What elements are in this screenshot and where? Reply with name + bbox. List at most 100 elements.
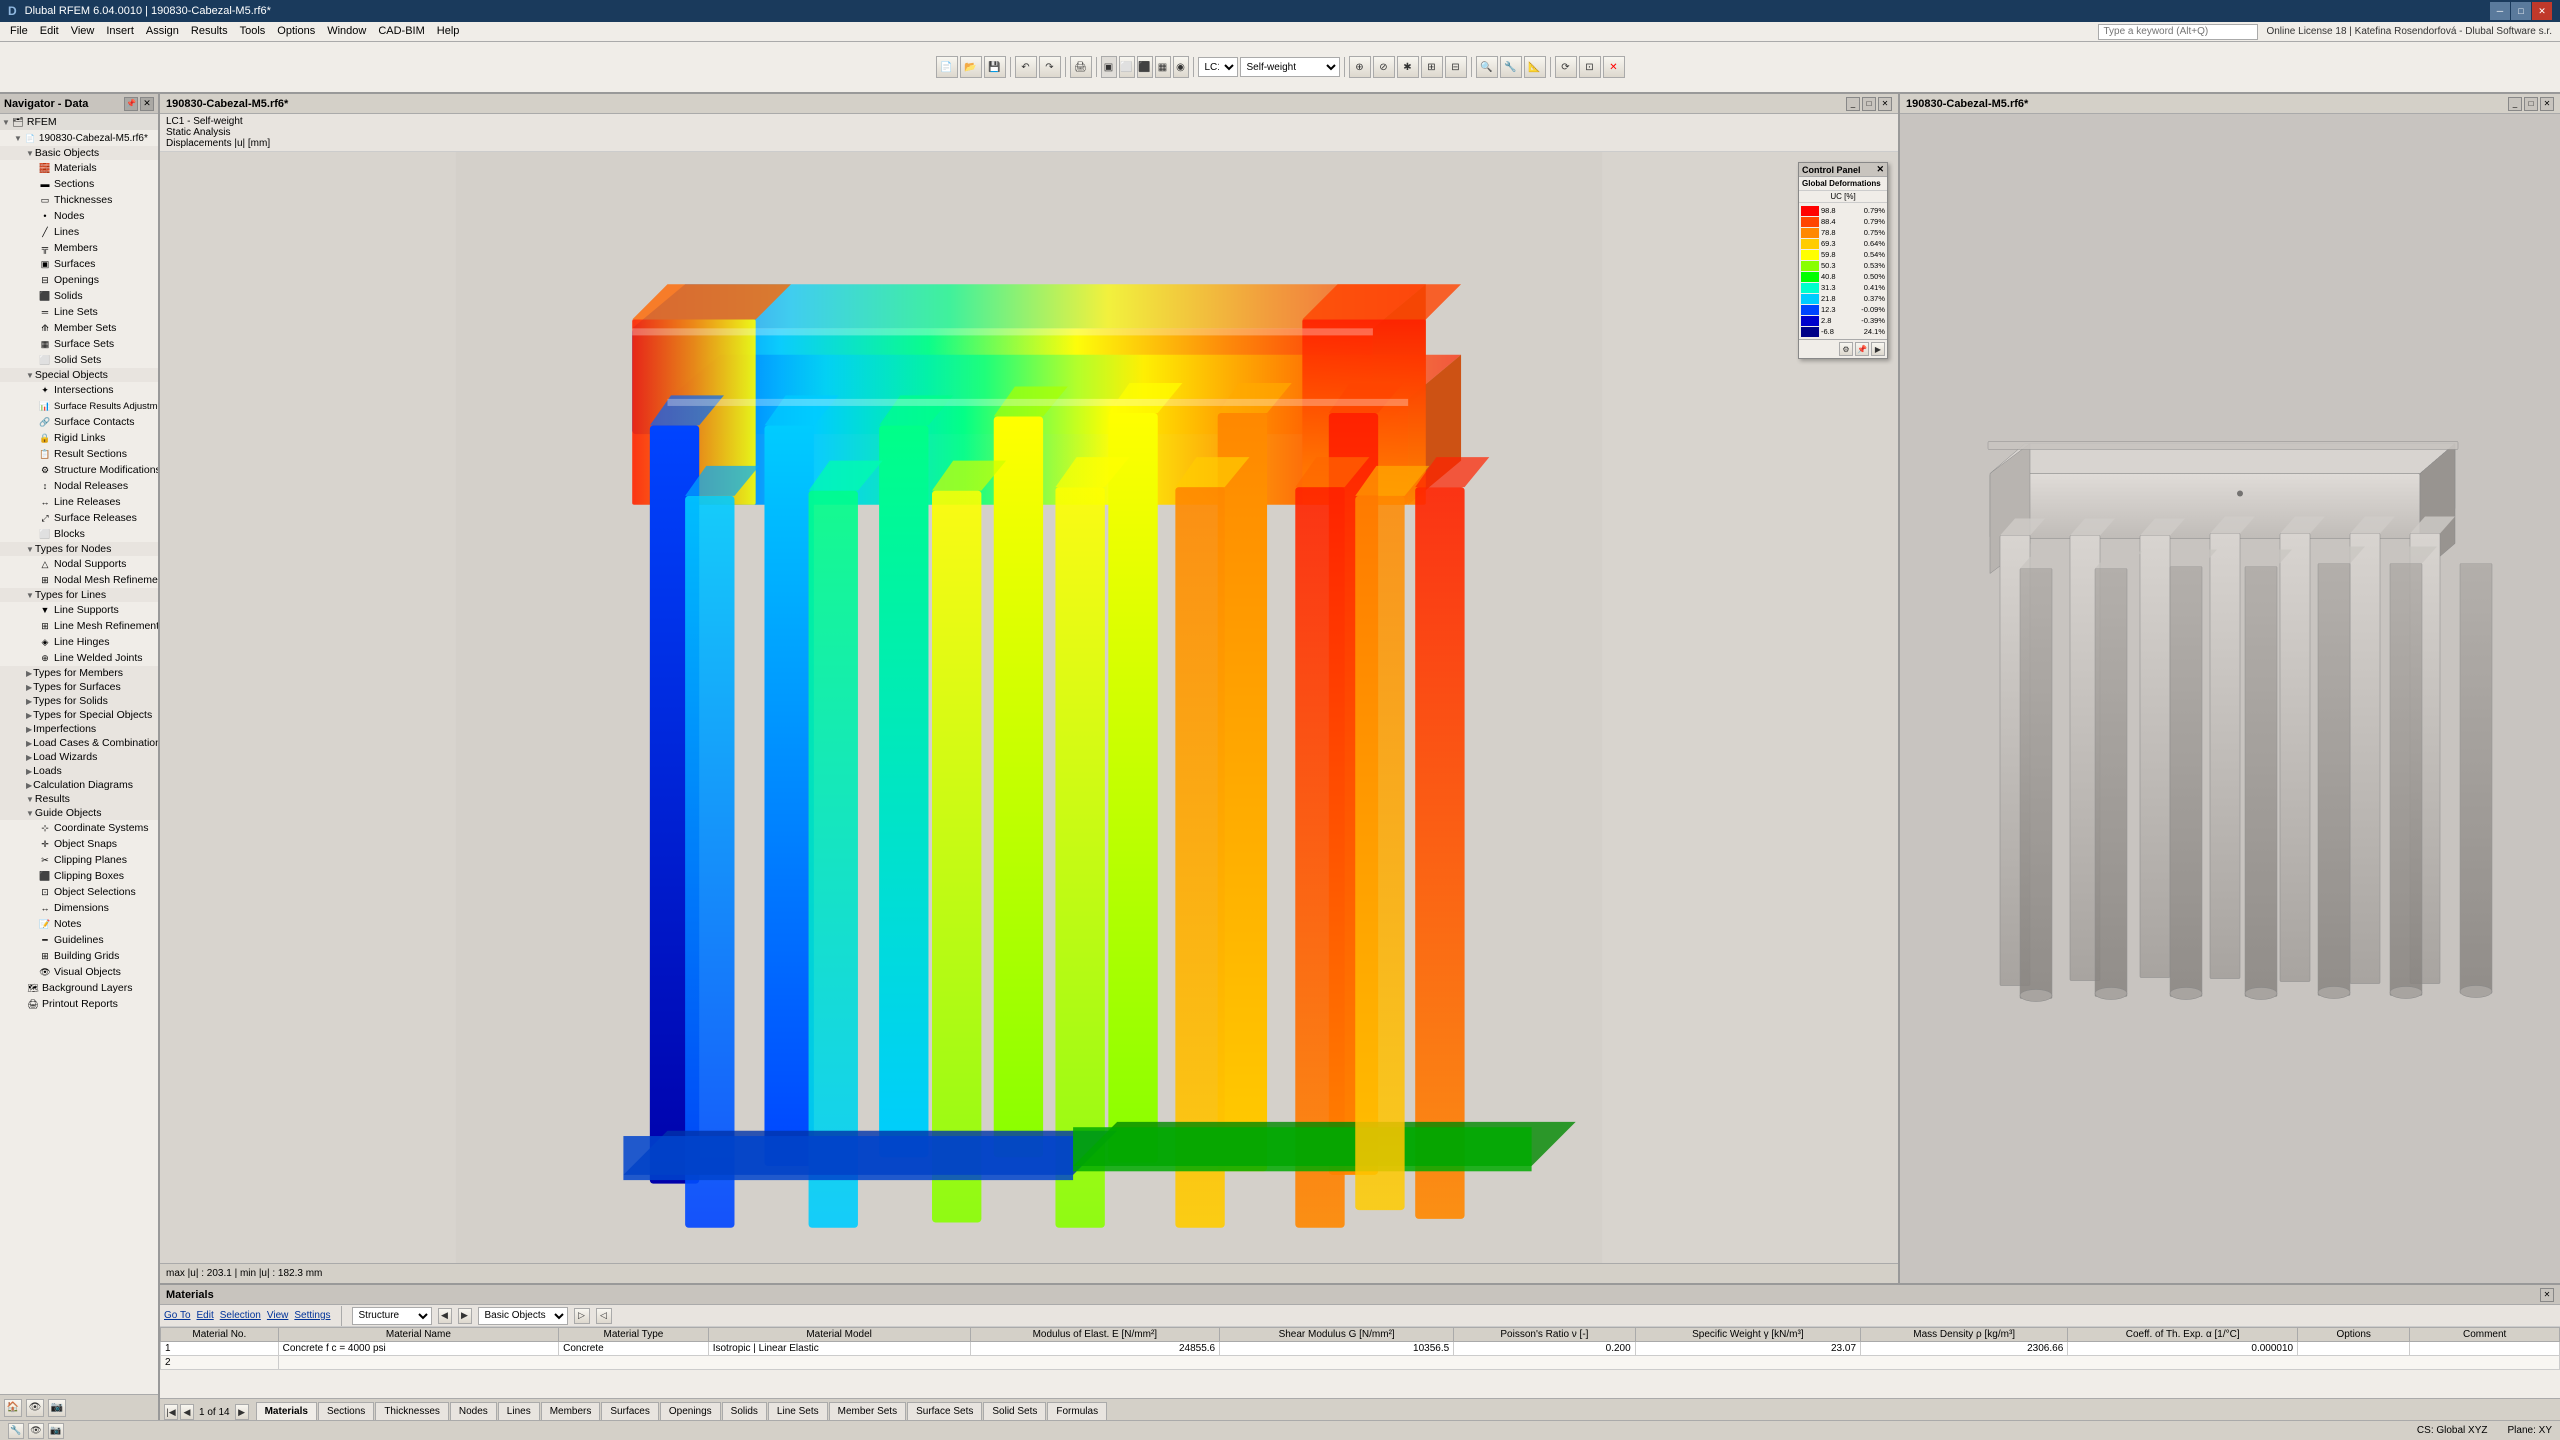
nav-types-solids[interactable]: ▶Types for Solids [0, 694, 158, 708]
left-vp-close-btn[interactable]: ✕ [1878, 97, 1892, 111]
lc-combo[interactable]: LC1 [1198, 57, 1238, 77]
prev-btn[interactable]: ◀ [438, 1308, 452, 1324]
nav-lines[interactable]: ╱Lines [0, 224, 158, 240]
nav-surface-results-adj[interactable]: 📊Surface Results Adjustments [0, 398, 158, 414]
nav-nodal-mesh-ref[interactable]: ⊞Nodal Mesh Refinements [0, 572, 158, 588]
next-btn[interactable]: ▶ [458, 1308, 472, 1324]
mat-tb2[interactable]: ◁ [596, 1308, 612, 1324]
nav-home-btn[interactable]: 🏠 [4, 1399, 22, 1417]
nav-building-grids[interactable]: ⊞Building Grids [0, 948, 158, 964]
goto-label[interactable]: Go To [164, 1310, 191, 1321]
minimize-btn[interactable]: ─ [2490, 2, 2510, 20]
right-vp-min-btn[interactable]: _ [2508, 97, 2522, 111]
cp-settings-btn[interactable]: ⚙ [1839, 342, 1853, 356]
tb9[interactable]: ⊞ [1421, 56, 1443, 78]
nav-surface-sets[interactable]: ▦Surface Sets [0, 336, 158, 352]
tab-openings[interactable]: Openings [660, 1402, 721, 1420]
nav-special-objects[interactable]: ▼Special Objects [0, 368, 158, 382]
bottom-panel-close-btn[interactable]: ✕ [2540, 1288, 2554, 1302]
menu-item-file[interactable]: File [4, 23, 34, 39]
close-btn[interactable]: ✕ [2532, 2, 2552, 20]
nav-close-btn[interactable]: ✕ [140, 97, 154, 111]
menu-item-view[interactable]: View [65, 23, 101, 39]
undo-btn[interactable]: ↶ [1015, 56, 1037, 78]
nav-surface-contacts[interactable]: 🔗Surface Contacts [0, 414, 158, 430]
nav-types-nodes[interactable]: ▼Types for Nodes [0, 542, 158, 556]
tb14[interactable]: ⟳ [1555, 56, 1577, 78]
menu-item-window[interactable]: Window [321, 23, 372, 39]
nav-cam-btn[interactable]: 📷 [48, 1399, 66, 1417]
structure-combo[interactable]: Structure [352, 1307, 432, 1325]
lc-name-combo[interactable]: Self-weight [1240, 57, 1340, 77]
tb12[interactable]: 🔧 [1500, 56, 1522, 78]
nav-coord-systems[interactable]: ⊹Coordinate Systems [0, 820, 158, 836]
tb13[interactable]: 📐 [1524, 56, 1546, 78]
nav-intersections[interactable]: ✦Intersections [0, 382, 158, 398]
nav-thicknesses[interactable]: ▭Thicknesses [0, 192, 158, 208]
nav-nodal-supports[interactable]: △Nodal Supports [0, 556, 158, 572]
right-viewport-canvas[interactable] [1900, 114, 2560, 1283]
tab-solids[interactable]: Solids [722, 1402, 767, 1420]
nav-openings[interactable]: ⊟Openings [0, 272, 158, 288]
right-vp-close-btn[interactable]: ✕ [2540, 97, 2554, 111]
right-vp-max-btn[interactable]: □ [2524, 97, 2538, 111]
menu-item-edit[interactable]: Edit [34, 23, 65, 39]
first-page-btn[interactable]: |◀ [164, 1404, 178, 1420]
tb11[interactable]: 🔍 [1476, 56, 1498, 78]
selection-label[interactable]: Selection [220, 1310, 261, 1321]
tb10[interactable]: ⊟ [1445, 56, 1467, 78]
nav-line-supports[interactable]: ▼Line Supports [0, 602, 158, 618]
nav-object-selections[interactable]: ⊡Object Selections [0, 884, 158, 900]
nav-background-layers[interactable]: 🗺Background Layers [0, 980, 158, 996]
nav-surface-releases[interactable]: ⤢Surface Releases [0, 510, 158, 526]
menu-item-tools[interactable]: Tools [234, 23, 272, 39]
mat-tb1[interactable]: ▷ [574, 1308, 590, 1324]
tb1[interactable]: ▣ [1101, 56, 1117, 78]
cp-close-btn[interactable]: ✕ [1876, 164, 1884, 175]
tb5[interactable]: ◉ [1173, 56, 1189, 78]
tab-materials[interactable]: Materials [256, 1402, 317, 1420]
nav-structure-mods[interactable]: ⚙Structure Modifications [0, 462, 158, 478]
nav-solid-sets[interactable]: ⬜Solid Sets [0, 352, 158, 368]
nav-guide-objects[interactable]: ▼Guide Objects [0, 806, 158, 820]
nav-guidelines[interactable]: ━Guidelines [0, 932, 158, 948]
nav-load-cases[interactable]: ▶Load Cases & Combinations [0, 736, 158, 750]
nav-loads[interactable]: ▶Loads [0, 764, 158, 778]
nav-line-welded-joints[interactable]: ⊕Line Welded Joints [0, 650, 158, 666]
tab-nodes[interactable]: Nodes [450, 1402, 497, 1420]
nav-types-special[interactable]: ▶Types for Special Objects [0, 708, 158, 722]
nav-surfaces[interactable]: ▣Surfaces [0, 256, 158, 272]
menu-item-options[interactable]: Options [271, 23, 321, 39]
tb4[interactable]: ▦ [1155, 56, 1171, 78]
tb16[interactable]: ✕ [1603, 56, 1625, 78]
menu-item-insert[interactable]: Insert [100, 23, 140, 39]
cp-arrow-btn[interactable]: ▶ [1871, 342, 1885, 356]
mat-row-1[interactable]: 1 Concrete f c = 4000 psi Concrete Isotr… [161, 1342, 2560, 1356]
basic-objects-combo[interactable]: Basic Objects [478, 1307, 568, 1325]
tab-sections[interactable]: Sections [318, 1402, 374, 1420]
prev-page-btn[interactable]: ◀ [180, 1404, 194, 1420]
view-label[interactable]: View [267, 1310, 289, 1321]
nav-member-sets[interactable]: ⟰Member Sets [0, 320, 158, 336]
nav-clipping-boxes[interactable]: ⬛Clipping Boxes [0, 868, 158, 884]
nav-line-sets[interactable]: ═Line Sets [0, 304, 158, 320]
left-vp-min-btn[interactable]: _ [1846, 97, 1860, 111]
nav-nodal-releases[interactable]: ↕Nodal Releases [0, 478, 158, 494]
next-page-btn[interactable]: ▶ [235, 1404, 249, 1420]
menu-item-assign[interactable]: Assign [140, 23, 185, 39]
snap-btn[interactable]: 🔧 [8, 1423, 24, 1439]
nav-nodes[interactable]: •Nodes [0, 208, 158, 224]
menu-item-cadbim[interactable]: CAD-BIM [372, 23, 430, 39]
nav-blocks[interactable]: ⬜Blocks [0, 526, 158, 542]
nav-types-surfaces[interactable]: ▶Types for Surfaces [0, 680, 158, 694]
left-viewport-canvas[interactable]: Control Panel ✕ Global Deformations UC [… [160, 152, 1898, 1263]
render-btn[interactable]: 👁 [28, 1423, 44, 1439]
maximize-btn[interactable]: □ [2511, 2, 2531, 20]
nav-solids[interactable]: ⬛Solids [0, 288, 158, 304]
nav-line-hinges[interactable]: ◈Line Hinges [0, 634, 158, 650]
tb3[interactable]: ⬛ [1137, 56, 1153, 78]
nav-eye-btn[interactable]: 👁 [26, 1399, 44, 1417]
search-input[interactable] [2098, 24, 2258, 40]
tab-line-sets[interactable]: Line Sets [768, 1402, 828, 1420]
open-btn[interactable]: 📂 [960, 56, 982, 78]
